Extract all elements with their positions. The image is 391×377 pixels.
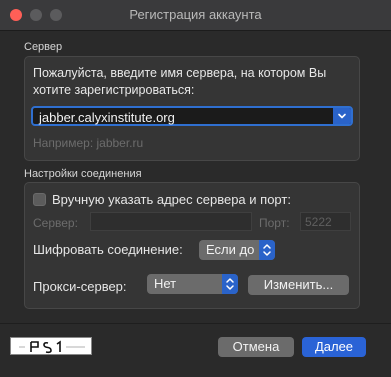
updown-arrows-icon (222, 274, 238, 294)
port-input[interactable]: 5222 (300, 212, 351, 231)
manual-server-label: Сервер: (33, 216, 78, 230)
footer-separator (0, 323, 391, 324)
proxy-label: Прокси-сервер: (33, 279, 127, 294)
cancel-button[interactable]: Отмена (218, 337, 294, 357)
chevron-down-icon (338, 113, 346, 119)
encrypt-label: Шифровать соединение: (33, 242, 183, 257)
captcha-image (10, 337, 92, 355)
encrypt-popup[interactable]: Если до (199, 240, 275, 260)
window-title: Регистрация аккаунта (129, 7, 262, 22)
server-prompt: Пожалуйста, введите имя сервера, на кото… (33, 66, 327, 97)
server-example-hint: Например: jabber.ru (33, 136, 144, 150)
manual-server-input[interactable] (90, 212, 252, 231)
server-dropdown-button[interactable] (333, 108, 351, 124)
server-combobox[interactable]: jabber.calyxinstitute.org (31, 106, 353, 126)
connection-section-label: Настройки соединения (24, 168, 142, 180)
title-bar: Регистрация аккаунта (0, 0, 391, 31)
port-label: Порт: (259, 216, 290, 230)
next-button[interactable]: Далее (302, 337, 366, 357)
proxy-popup-value: Нет (154, 276, 177, 291)
manual-server-checkbox-label[interactable]: Вручную указать адрес сервера и порт: (52, 192, 291, 207)
proxy-popup[interactable]: Нет (147, 274, 238, 294)
encrypt-popup-value: Если до (206, 242, 255, 257)
updown-arrows-icon (259, 240, 275, 260)
server-section-label: Сервер (24, 41, 63, 53)
server-combobox-value: jabber.calyxinstitute.org (39, 110, 175, 125)
proxy-edit-button[interactable]: Изменить... (248, 275, 349, 295)
manual-server-checkbox[interactable] (33, 193, 46, 206)
